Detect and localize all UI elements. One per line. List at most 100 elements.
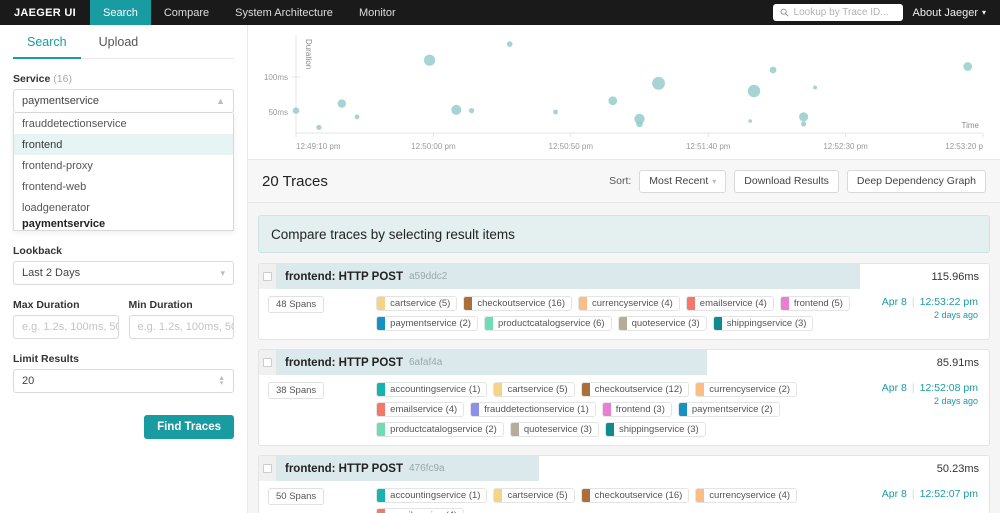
service-option-paymentservice[interactable]: paymentservice [14, 218, 233, 230]
service-tag[interactable]: currencyservice (4) [578, 296, 680, 311]
service-tag[interactable]: productcatalogservice (2) [376, 422, 504, 437]
scatter-point[interactable] [469, 108, 474, 113]
service-tag[interactable]: cartservice (5) [493, 382, 574, 397]
service-tag[interactable]: shippingservice (3) [713, 316, 814, 331]
search-sidebar: Search Upload Service (16) paymentservic… [0, 25, 248, 513]
trace-title-bar[interactable]: frontend: HTTP POST476fc9a [276, 456, 539, 481]
download-results-button[interactable]: Download Results [734, 170, 839, 193]
service-tag-label: cartservice (5) [502, 490, 573, 501]
service-option-frontend[interactable]: frontend [14, 134, 233, 155]
scatter-point[interactable] [748, 119, 752, 123]
trace-results-list[interactable]: frontend: HTTP POSTa59ddc2115.96ms48 Spa… [248, 253, 1000, 513]
tab-search[interactable]: Search [13, 25, 81, 59]
chevron-down-icon: ▾ [712, 177, 716, 186]
service-tag[interactable]: paymentservice (2) [376, 316, 478, 331]
scatter-point[interactable] [608, 96, 617, 105]
trace-select-checkbox[interactable] [259, 350, 276, 375]
scatter-point[interactable] [507, 41, 513, 47]
service-tag[interactable]: accountingservice (1) [376, 488, 487, 503]
number-stepper-icon[interactable]: ▲▾ [218, 376, 225, 386]
service-color-swatch [619, 317, 627, 330]
service-color-swatch [377, 423, 385, 436]
service-tag[interactable]: productcatalogservice (6) [484, 316, 612, 331]
service-option-frauddetectionservice[interactable]: frauddetectionservice [14, 113, 233, 134]
service-tag[interactable]: paymentservice (2) [678, 402, 780, 417]
service-tag[interactable]: currencyservice (4) [695, 488, 797, 503]
service-label-text: Service [13, 73, 50, 85]
service-option-frontend-web[interactable]: frontend-web [14, 176, 233, 197]
scatter-point[interactable] [293, 107, 299, 113]
about-jaeger-menu[interactable]: About Jaeger ▾ [913, 7, 990, 19]
service-tag-label: paymentservice (2) [687, 404, 779, 415]
service-tag-label: shippingservice (3) [722, 318, 813, 329]
span-count-badge: 38 Spans [268, 382, 324, 399]
service-tag-label: productcatalogservice (2) [385, 424, 503, 435]
trace-title-bar[interactable]: frontend: HTTP POSTa59ddc2 [276, 264, 860, 289]
scatter-point[interactable] [799, 112, 808, 121]
service-tag[interactable]: frauddetectionservice (1) [470, 402, 596, 417]
scatter-point[interactable] [813, 86, 817, 90]
service-color-swatch [687, 297, 695, 310]
lookback-label: Lookback [13, 245, 234, 257]
scatter-point[interactable] [963, 62, 972, 71]
service-tag[interactable]: cartservice (5) [376, 296, 457, 311]
scatter-point[interactable] [748, 85, 760, 97]
service-color-swatch [377, 489, 385, 502]
deep-dependency-graph-button[interactable]: Deep Dependency Graph [847, 170, 986, 193]
scatter-point[interactable] [801, 121, 806, 126]
find-traces-button[interactable]: Find Traces [144, 415, 234, 439]
nav-item-monitor[interactable]: Monitor [346, 0, 409, 25]
checkbox-icon [263, 464, 272, 473]
scatter-point[interactable] [316, 125, 321, 130]
service-option-loadgenerator[interactable]: loadgenerator [14, 197, 233, 218]
max-duration-input[interactable]: e.g. 1.2s, 100ms, 500... [13, 315, 119, 339]
tab-upload[interactable]: Upload [85, 25, 153, 59]
trace-card[interactable]: frontend: HTTP POST6afaf4a85.91ms38 Span… [258, 349, 990, 446]
service-color-swatch [781, 297, 789, 310]
service-tag[interactable]: currencyservice (2) [695, 382, 797, 397]
service-color-swatch [494, 489, 502, 502]
sort-dropdown[interactable]: Most Recent ▾ [639, 170, 726, 193]
service-tag[interactable]: quoteservice (3) [618, 316, 707, 331]
trace-card[interactable]: frontend: HTTP POST476fc9a50.23ms50 Span… [258, 455, 990, 513]
svg-text:Duration: Duration [304, 39, 313, 69]
service-tag-label: quoteservice (3) [519, 424, 598, 435]
service-tag[interactable]: checkoutservice (16) [581, 488, 690, 503]
scatter-point[interactable] [451, 105, 461, 115]
service-option-frontend-proxy[interactable]: frontend-proxy [14, 155, 233, 176]
scatter-point[interactable] [636, 121, 643, 128]
service-tag[interactable]: emailservice (4) [686, 296, 774, 311]
service-tag[interactable]: emailservice (4) [376, 402, 464, 417]
trace-title-bar[interactable]: frontend: HTTP POST6afaf4a [276, 350, 707, 375]
trace-card[interactable]: frontend: HTTP POSTa59ddc2115.96ms48 Spa… [258, 263, 990, 340]
service-tag[interactable]: checkoutservice (12) [581, 382, 690, 397]
scatter-point[interactable] [652, 77, 665, 90]
service-tag[interactable]: frontend (3) [602, 402, 672, 417]
trace-select-checkbox[interactable] [259, 456, 276, 481]
service-tag[interactable]: accountingservice (1) [376, 382, 487, 397]
brand-logo[interactable]: JAEGER UI [0, 0, 90, 25]
service-tag[interactable]: quoteservice (3) [510, 422, 599, 437]
lookback-select[interactable]: Last 2 Days ▾ [13, 261, 234, 285]
nav-item-system-architecture[interactable]: System Architecture [222, 0, 346, 25]
scatter-point[interactable] [355, 115, 360, 120]
service-tag[interactable]: emailservice (4) [376, 508, 464, 513]
min-duration-input[interactable]: e.g. 1.2s, 100ms, 500... [129, 315, 235, 339]
trace-scatter-plot[interactable]: 100ms50msDuration12:49:10 pm12:50:00 pm1… [248, 25, 1000, 160]
scatter-point[interactable] [553, 110, 558, 115]
scatter-point[interactable] [424, 55, 435, 66]
limit-results-input[interactable]: 20 ▲▾ [13, 369, 234, 393]
service-tag[interactable]: cartservice (5) [493, 488, 574, 503]
service-color-swatch [679, 403, 687, 416]
trace-id-lookup-input[interactable]: Lookup by Trace ID... [773, 4, 903, 21]
service-dropdown-list[interactable]: frauddetectionservice frontend frontend-… [13, 113, 234, 231]
nav-item-search[interactable]: Search [90, 0, 151, 25]
nav-item-compare[interactable]: Compare [151, 0, 222, 25]
trace-select-checkbox[interactable] [259, 264, 276, 289]
service-tag[interactable]: checkoutservice (16) [463, 296, 572, 311]
service-tag[interactable]: shippingservice (3) [605, 422, 706, 437]
service-select[interactable]: paymentservice ▲ [13, 89, 234, 113]
scatter-point[interactable] [338, 99, 346, 107]
service-tag[interactable]: frontend (5) [780, 296, 850, 311]
scatter-point[interactable] [770, 67, 777, 74]
